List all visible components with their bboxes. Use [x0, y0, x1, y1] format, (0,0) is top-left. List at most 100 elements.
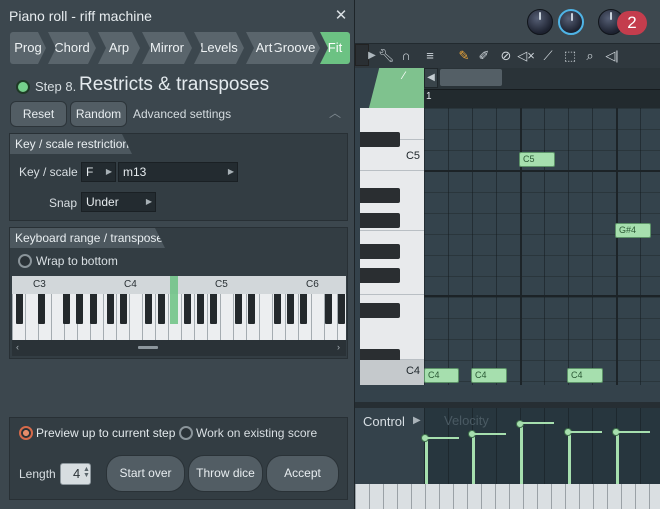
range-black-key[interactable] — [300, 294, 307, 324]
mute-icon[interactable]: ◁× — [517, 47, 535, 65]
bottom-keyboard-strip[interactable] — [355, 484, 660, 509]
volume-knob[interactable] — [527, 9, 553, 35]
velocity-bar[interactable] — [616, 432, 619, 484]
scale-dropdown[interactable]: m13 ▶ — [118, 162, 238, 182]
advanced-settings-link[interactable]: Advanced settings — [133, 107, 231, 121]
range-black-key[interactable] — [287, 294, 294, 324]
pattern-number-badge[interactable]: 2 — [617, 11, 647, 35]
wrap-to-bottom-radio[interactable] — [18, 254, 32, 268]
range-black-key[interactable] — [90, 294, 97, 324]
step-enable-toggle[interactable] — [16, 80, 30, 94]
stepper-arrows-icon[interactable]: ▲ ▼ — [83, 466, 90, 479]
note-c5[interactable]: C5 — [519, 152, 555, 167]
range-black-key[interactable] — [184, 294, 191, 324]
range-black-key[interactable] — [145, 294, 152, 324]
octave-line — [424, 295, 660, 297]
scroll-thumb[interactable] — [138, 346, 158, 349]
range-black-key[interactable] — [158, 294, 165, 324]
random-button[interactable]: Random — [70, 101, 127, 127]
velocity-bar[interactable] — [425, 438, 428, 484]
velocity-label: Velocity — [444, 413, 489, 428]
piano-key-black[interactable] — [360, 303, 400, 318]
work-on-existing-label[interactable]: Work on existing score — [196, 426, 317, 440]
range-black-key[interactable] — [107, 294, 114, 324]
range-black-key[interactable] — [38, 294, 45, 324]
chevron-up-icon[interactable]: ︿ — [329, 104, 341, 121]
piano-key-black[interactable] — [360, 188, 400, 203]
velocity-panel[interactable]: Velocity — [421, 408, 660, 484]
select-icon[interactable]: ⬚ — [561, 47, 579, 65]
scroll-left-icon[interactable]: ‹ — [16, 342, 19, 352]
step-number: Step 8. — [35, 79, 77, 94]
work-on-existing-radio[interactable] — [179, 426, 193, 440]
tab-prog[interactable]: Prog — [10, 32, 46, 64]
range-black-key[interactable] — [235, 294, 242, 324]
range-black-key[interactable] — [63, 294, 70, 324]
preview-radio[interactable] — [19, 426, 33, 440]
note-c4[interactable]: C4 — [424, 368, 459, 383]
range-black-key[interactable] — [248, 294, 255, 324]
key-value: F — [86, 165, 94, 179]
wrap-to-bottom-label[interactable]: Wrap to bottom — [36, 254, 118, 268]
beat-line — [520, 108, 522, 385]
magnet-icon[interactable]: ∩ — [397, 47, 415, 65]
range-black-key[interactable] — [274, 294, 281, 324]
timeline-ruler[interactable]: 1 — [424, 89, 660, 108]
snap-value: Under — [86, 195, 119, 209]
range-black-key[interactable] — [325, 294, 332, 324]
tab-chord[interactable]: Chord — [48, 32, 96, 64]
octave-label: C4 — [124, 279, 137, 290]
range-black-key[interactable] — [76, 294, 83, 324]
range-black-key[interactable] — [120, 294, 127, 324]
pitch-knob[interactable] — [558, 9, 584, 35]
velocity-bar[interactable] — [472, 434, 475, 484]
range-black-key[interactable] — [197, 294, 204, 324]
accept-button[interactable]: Accept — [266, 455, 339, 492]
range-black-key[interactable] — [338, 294, 345, 324]
tab-mirror[interactable]: Mirror — [142, 32, 192, 64]
snap-dropdown[interactable]: Under ▶ — [81, 192, 156, 212]
brush-icon[interactable]: ✐ — [475, 47, 493, 65]
reset-button[interactable]: Reset — [10, 101, 67, 127]
note-g-sharp-4[interactable]: G#4 — [615, 223, 651, 238]
dialog-title: Piano roll - riff machine — [9, 8, 152, 24]
slice-icon[interactable]: ⟋ — [539, 47, 557, 65]
piano-key-black[interactable] — [360, 244, 400, 259]
range-marker[interactable] — [170, 276, 178, 324]
velocity-bar[interactable] — [520, 424, 523, 484]
range-scrollbar[interactable]: ‹ › — [12, 340, 346, 356]
delete-icon[interactable]: ⊘ — [497, 47, 515, 65]
timeline[interactable]: ◀ 1 — [424, 68, 660, 108]
playback-icon[interactable]: ◁| — [603, 47, 621, 65]
tab-arp[interactable]: Arp — [98, 32, 140, 64]
start-over-button[interactable]: Start over — [106, 455, 185, 492]
piano-key-black[interactable] — [360, 213, 400, 228]
range-black-key[interactable] — [16, 294, 23, 324]
velocity-bar[interactable] — [568, 432, 571, 484]
range-black-key[interactable] — [210, 294, 217, 324]
menu-icon[interactable]: ≡ — [421, 47, 439, 65]
pencil-icon[interactable]: ✎ — [455, 47, 473, 65]
piano-keyboard[interactable]: C5 C4 — [360, 108, 424, 385]
tab-fit[interactable]: Fit — [320, 32, 350, 64]
close-icon[interactable]: ✕ — [334, 8, 348, 24]
control-label[interactable]: Control — [363, 414, 405, 429]
piano-key-black[interactable] — [360, 268, 400, 283]
tool-tab[interactable] — [368, 68, 424, 108]
tab-levels[interactable]: Levels — [194, 32, 244, 64]
scroll-right-icon[interactable]: › — [337, 342, 340, 352]
note-c4[interactable]: C4 — [567, 368, 603, 383]
throw-dice-button[interactable]: Throw dice — [188, 455, 263, 492]
note-grid[interactable]: C5 G#4 C4 C4 C4 — [424, 108, 660, 385]
control-arrow-icon[interactable]: ▶ — [413, 415, 421, 426]
scroll-left-icon[interactable]: ◀ — [424, 68, 438, 88]
wrench-icon[interactable]: 🔧︎ — [377, 47, 395, 65]
range-ruler[interactable]: C3 C4 C5 C6 — [12, 276, 346, 294]
timeline-scroll-thumb[interactable] — [440, 69, 502, 86]
note-c4[interactable]: C4 — [471, 368, 507, 383]
range-keyboard[interactable]: C3 C4 C5 C6 ‹ › — [12, 276, 346, 356]
key-dropdown[interactable]: F ▶ — [81, 162, 116, 182]
zoom-icon[interactable]: ⌕ — [581, 47, 599, 65]
piano-key[interactable] — [360, 231, 424, 295]
preview-label[interactable]: Preview up to current step — [36, 426, 175, 440]
